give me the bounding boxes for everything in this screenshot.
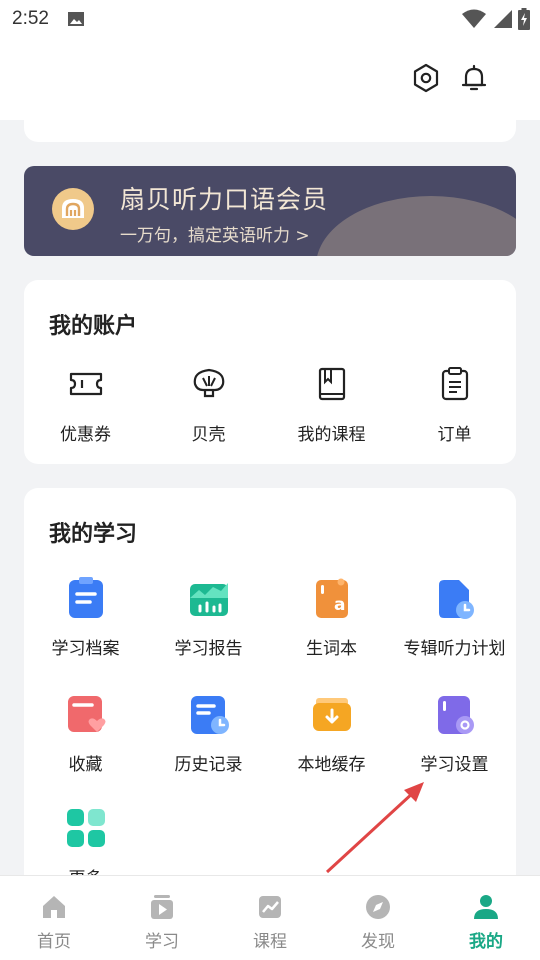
tab-study-label: 学习 [145, 932, 179, 952]
study-archive-item[interactable]: 学习档案 [24, 576, 147, 659]
membership-title: 扇贝听力口语会员 [120, 185, 329, 214]
settings-icon[interactable] [410, 62, 442, 94]
compass-icon [366, 895, 390, 919]
battery-icon [518, 8, 530, 30]
favorites-item[interactable]: 收藏 [24, 692, 147, 775]
svg-text:a: a [334, 595, 345, 615]
tab-discover[interactable]: 发现 [324, 876, 432, 960]
signal-icon [494, 10, 512, 28]
shell-label: 贝壳 [191, 425, 226, 445]
cache-icon [310, 692, 354, 736]
account-card: 我的账户 优惠券 贝壳 我的课程 订单 [24, 280, 516, 464]
history-item[interactable]: 历史记录 [147, 692, 270, 775]
membership-subtitle: 一万句，搞定英语听力 > [120, 226, 310, 246]
shell-icon [187, 362, 231, 406]
image-notification-icon [67, 12, 84, 26]
study-settings-item[interactable]: 学习设置 [393, 692, 516, 775]
vocabulary-label: 生词本 [306, 639, 357, 659]
my-courses-item[interactable]: 我的课程 [270, 362, 393, 445]
wifi-icon [462, 9, 486, 28]
tab-mine-label: 我的 [469, 932, 503, 952]
bottom-tab-bar: 首页 学习 课程 发现 我的 [0, 875, 540, 960]
tab-mine[interactable]: 我的 [432, 876, 540, 960]
study-archive-label: 学习档案 [51, 639, 120, 659]
favorites-icon [64, 692, 108, 736]
course-icon [259, 896, 281, 918]
tab-home[interactable]: 首页 [0, 876, 108, 960]
album-plan-icon [433, 576, 477, 620]
coupon-icon [64, 362, 108, 406]
study-settings-icon [433, 692, 477, 736]
album-plan-item[interactable]: 专辑听力计划 [393, 576, 516, 659]
account-title: 我的账户 [49, 314, 138, 339]
archive-icon [64, 576, 108, 620]
book-icon [310, 362, 354, 406]
report-icon [187, 576, 231, 620]
shell-item[interactable]: 贝壳 [147, 362, 270, 445]
status-time: 2:52 [12, 8, 49, 29]
header-bar [0, 38, 540, 120]
more-icon [64, 806, 108, 850]
album-plan-label: 专辑听力计划 [403, 639, 506, 659]
vocabulary-item[interactable]: a 生词本 [270, 576, 393, 659]
home-icon [43, 896, 65, 918]
tab-course-label: 课程 [253, 932, 287, 952]
coupon-label: 优惠券 [60, 425, 111, 445]
tab-home-label: 首页 [37, 932, 71, 952]
study-card: 我的学习 学习档案 学习报告 a 生词本 专辑听力计划 收藏 历史记录 本地缓存… [24, 488, 516, 908]
orders-item[interactable]: 订单 [393, 362, 516, 445]
study-title: 我的学习 [49, 522, 138, 547]
tab-study[interactable]: 学习 [108, 876, 216, 960]
profile-card-edge [24, 112, 516, 142]
membership-logo-icon [52, 188, 94, 230]
history-label: 历史记录 [174, 755, 243, 775]
membership-banner[interactable]: 扇贝听力口语会员 一万句，搞定英语听力 > [24, 166, 516, 256]
study-settings-label: 学习设置 [420, 755, 489, 775]
tab-course[interactable]: 课程 [216, 876, 324, 960]
coupon-item[interactable]: 优惠券 [24, 362, 147, 445]
local-cache-item[interactable]: 本地缓存 [270, 692, 393, 775]
profile-icon [474, 895, 498, 919]
history-icon [187, 692, 231, 736]
study-report-item[interactable]: 学习报告 [147, 576, 270, 659]
bell-icon[interactable] [458, 62, 490, 94]
tab-discover-label: 发现 [361, 932, 395, 952]
vocabulary-icon: a [310, 576, 354, 620]
order-icon [433, 362, 477, 406]
local-cache-label: 本地缓存 [297, 755, 366, 775]
play-icon [151, 895, 173, 919]
favorites-label: 收藏 [68, 755, 103, 775]
status-bar: 2:52 [0, 0, 540, 38]
banner-decoration [316, 196, 516, 256]
study-report-label: 学习报告 [174, 639, 243, 659]
my-courses-label: 我的课程 [297, 425, 366, 445]
orders-label: 订单 [437, 425, 472, 445]
